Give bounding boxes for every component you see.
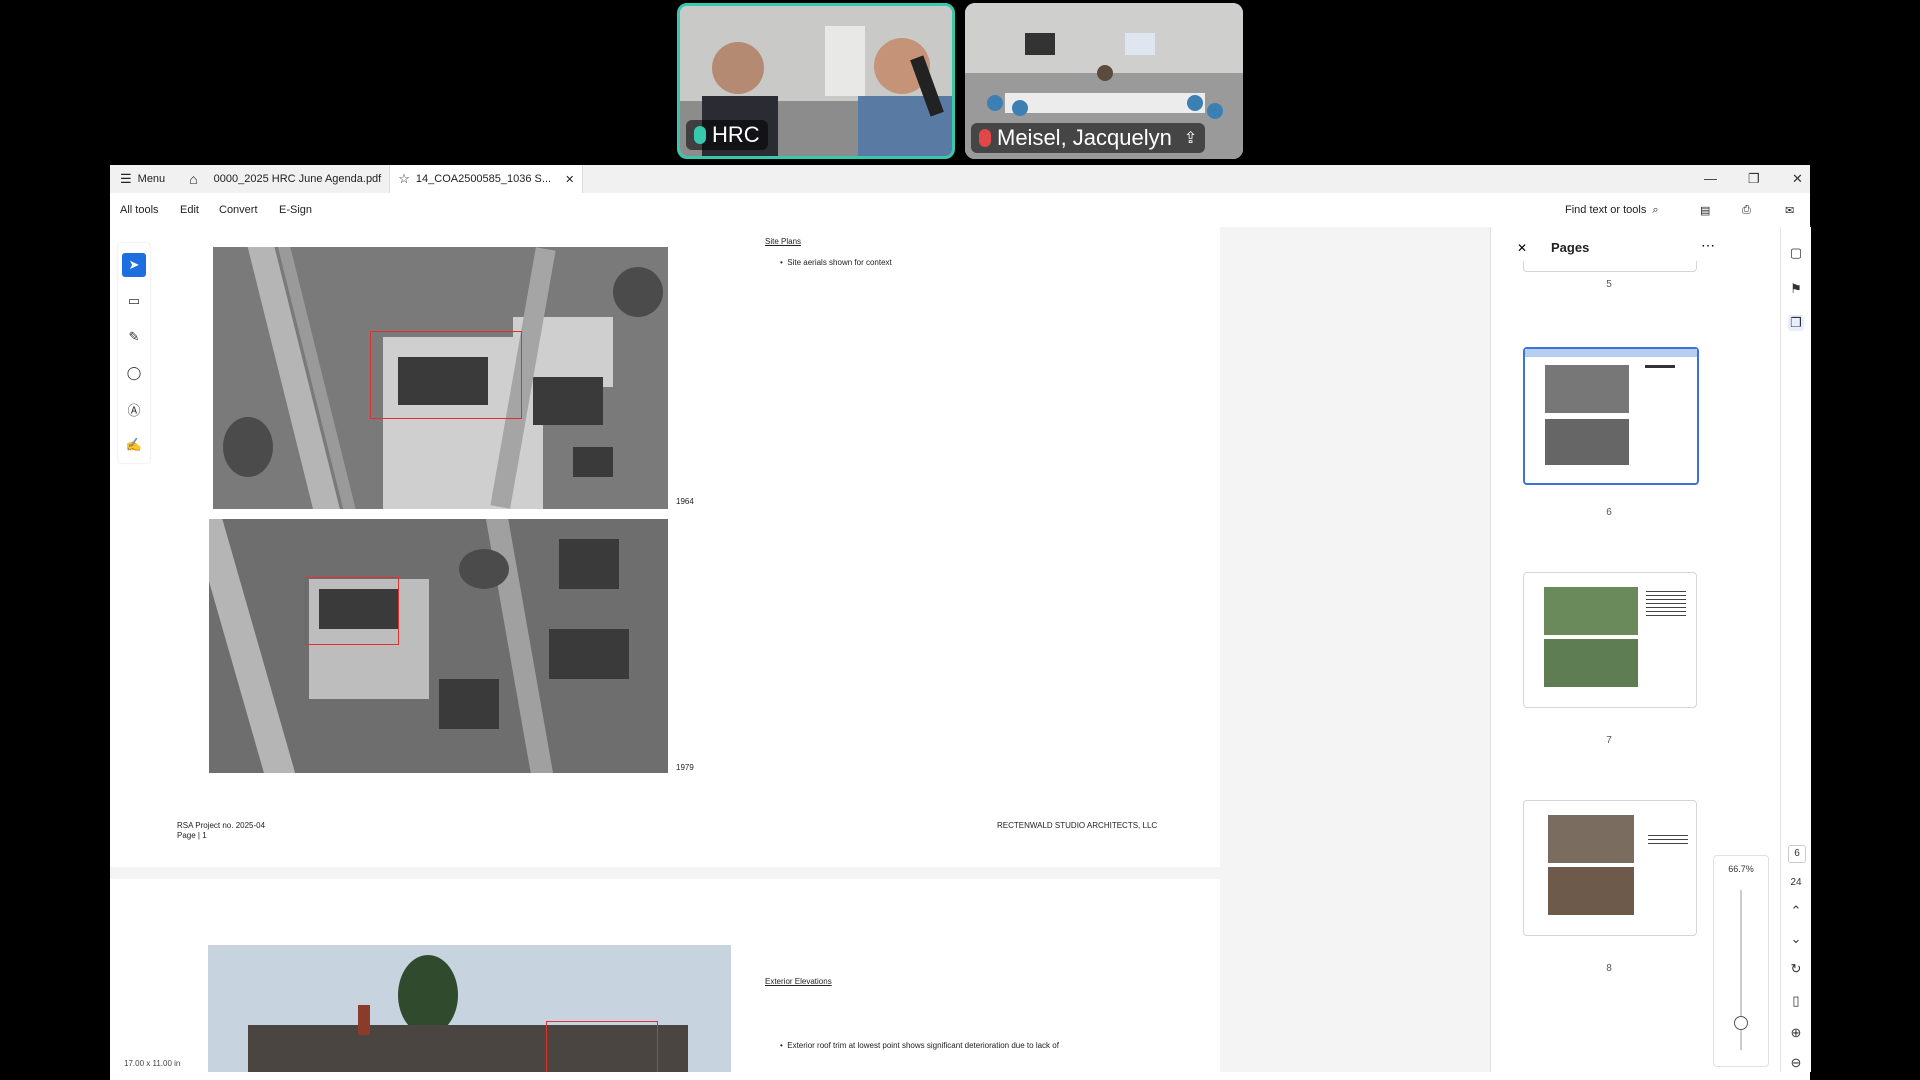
tab-bar: ☰ Menu ⌂ 0000_2025 HRC June Agenda.pdf ☆… [110, 165, 1810, 193]
page-size-readout: 17.00 x 11.00 in [124, 1059, 181, 1068]
zoom-slider-handle[interactable] [1734, 1016, 1748, 1030]
fit-page-icon[interactable]: ▯ [1788, 993, 1804, 1009]
zoom-in-icon[interactable]: ⊕ [1788, 1025, 1804, 1041]
bookmark-icon[interactable]: ⚑ [1788, 281, 1804, 297]
mic-muted-icon [979, 129, 991, 147]
tab-coa[interactable]: ☆ 14_COA2500585_1036 S... ✕ [389, 165, 584, 193]
section-title-exterior: Exterior Elevations [765, 977, 832, 986]
thumbnail-number: 5 [1606, 279, 1612, 290]
search-icon: ⌕ [1652, 204, 1659, 216]
pdf-viewer-window: ☰ Menu ⌂ 0000_2025 HRC June Agenda.pdf ☆… [110, 165, 1811, 1080]
footer-project-no: RSA Project no. 2025-04 [177, 821, 266, 830]
site-highlight-box [370, 331, 522, 419]
thumbnail-number: 6 [1606, 507, 1612, 518]
page-thumbnail-6[interactable] [1523, 347, 1699, 485]
detail-highlight-box [546, 1021, 658, 1072]
document-area[interactable]: 1964 1979 Site Plans • Site aerials show… [110, 227, 1490, 1072]
main-toolbar: All tools Edit Convert E-Sign Find text … [110, 193, 1810, 228]
thumbnail-number: 7 [1606, 735, 1612, 746]
mic-on-icon [694, 126, 706, 144]
home-icon: ⌂ [189, 171, 198, 187]
restore-button[interactable]: ❐ [1748, 171, 1760, 187]
close-window-button[interactable]: ✕ [1792, 171, 1803, 187]
video-tile-hrc[interactable]: HRC [677, 3, 955, 159]
pages-icon[interactable]: ❐ [1788, 315, 1804, 331]
minimize-button[interactable]: — [1704, 171, 1717, 186]
pdf-page-2: Exterior Elevations • Exterior roof trim… [110, 879, 1220, 1072]
menu-button[interactable]: ☰ Menu [110, 165, 173, 193]
share-screen-icon: ⇪ [1183, 130, 1198, 147]
section-title-site-plans: Site Plans [765, 237, 802, 246]
comments-icon[interactable]: ▢ [1788, 245, 1804, 261]
mail-icon[interactable]: ✉ [1785, 204, 1794, 217]
hamburger-icon: ☰ [120, 171, 132, 186]
tab-agenda[interactable]: 0000_2025 HRC June Agenda.pdf [206, 165, 390, 193]
menu-esign[interactable]: E-Sign [279, 204, 312, 216]
house-photo [208, 945, 731, 1072]
home-button[interactable]: ⌂ [181, 165, 205, 193]
video-tile-meisel[interactable]: Meisel, Jacquelyn ⇪ [965, 3, 1243, 159]
menu-convert[interactable]: Convert [219, 204, 258, 216]
current-page-number[interactable]: 6 [1788, 845, 1806, 863]
close-panel-icon[interactable]: ✕ [1517, 241, 1527, 255]
zoom-control[interactable]: 66.7% [1713, 855, 1769, 1067]
star-icon[interactable]: ☆ [398, 171, 410, 187]
zoom-level: 66.7% [1728, 864, 1754, 874]
year-label-1979: 1979 [676, 763, 694, 772]
page-thumbnail-7[interactable] [1523, 572, 1697, 708]
find-tools-button[interactable]: Find text or tools ⌕ [1565, 204, 1659, 217]
lasso-icon[interactable]: ◯ [122, 361, 146, 385]
page-thumbnail-8[interactable] [1523, 800, 1697, 936]
sign-icon[interactable]: ✍ [122, 433, 146, 457]
thumbnail-number: 8 [1606, 963, 1612, 974]
year-label-1964: 1964 [676, 497, 694, 506]
page-up-icon[interactable]: ⌃ [1788, 903, 1804, 919]
pdf-page-1: 1964 1979 Site Plans • Site aerials show… [110, 227, 1220, 867]
bullet-text: • Exterior roof trim at lowest point sho… [780, 1041, 1059, 1050]
comment-icon[interactable]: ▭ [122, 289, 146, 313]
bullet-text: • Site aerials shown for context [780, 258, 892, 267]
rotate-icon[interactable]: ↻ [1788, 961, 1804, 977]
annotation-tool-rail: ➤ ▭ ✎ ◯ Ⓐ ✍ [118, 243, 150, 463]
pen-icon[interactable]: ✎ [122, 325, 146, 349]
page-thumbnail-5[interactable] [1523, 261, 1697, 272]
participant-label: HRC [686, 120, 768, 150]
menu-edit[interactable]: Edit [180, 204, 199, 216]
pages-panel-title: Pages [1551, 240, 1590, 255]
print-icon[interactable]: ⎙ [1742, 204, 1751, 217]
menu-all-tools[interactable]: All tools [120, 204, 159, 216]
page-down-icon[interactable]: ⌄ [1788, 931, 1804, 947]
zoom-out-icon[interactable]: ⊖ [1788, 1055, 1804, 1071]
footer-firm: RECTENWALD STUDIO ARCHITECTS, LLC [997, 821, 1158, 830]
select-icon[interactable]: ➤ [122, 253, 146, 277]
close-tab-icon[interactable]: ✕ [565, 173, 574, 186]
pages-panel: ✕ Pages ⋯ 5 6 7 8 66.7% [1490, 227, 1781, 1072]
total-pages: 24 [1790, 877, 1802, 888]
right-tool-rail: ▢ ⚑ ❐ 6 24 ⌃ ⌄ ↻ ▯ ⊕ ⊖ [1780, 227, 1811, 1072]
save-icon[interactable]: ▤ [1700, 204, 1710, 217]
aerial-photo-1964 [213, 247, 668, 509]
site-highlight-box [305, 577, 399, 645]
more-options-icon[interactable]: ⋯ [1701, 237, 1715, 254]
participant-label: Meisel, Jacquelyn ⇪ [971, 123, 1206, 153]
text-select-icon[interactable]: Ⓐ [122, 397, 146, 421]
aerial-photo-1979 [209, 519, 668, 773]
footer-page: Page | 1 [177, 831, 207, 840]
